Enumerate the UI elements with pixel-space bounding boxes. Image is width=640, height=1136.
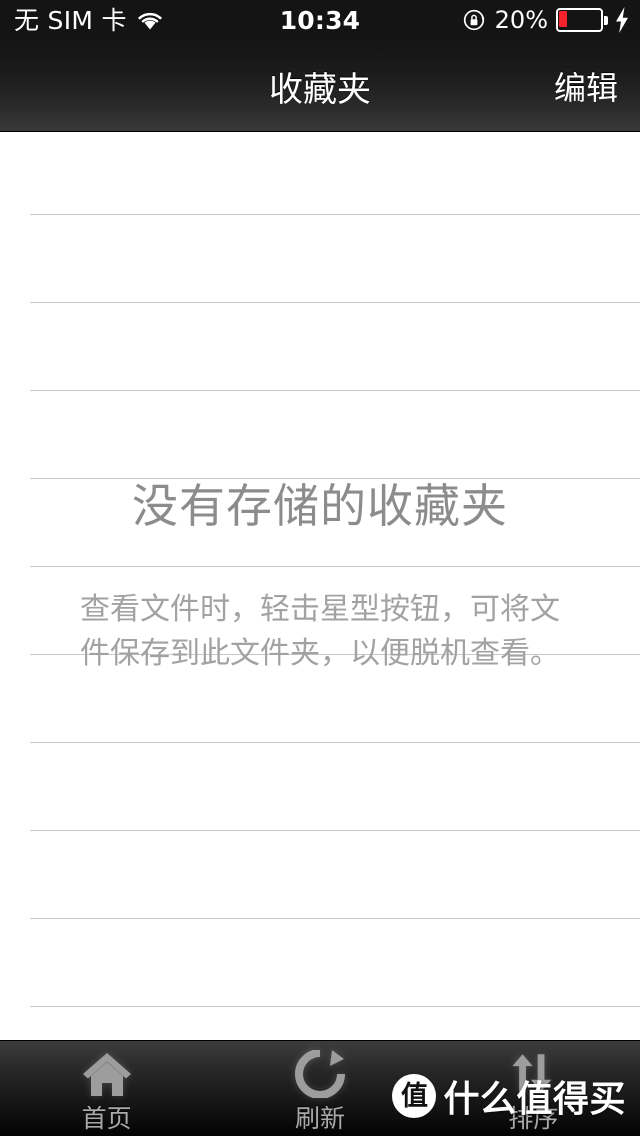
status-bar-right: 20% <box>463 0 630 40</box>
tab-sort[interactable]: 排序 <box>427 1041 640 1136</box>
favorites-list[interactable]: 没有存储的收藏夹 查看文件时，轻击星型按钮，可将文件保存到此文件夹，以便脱机查看… <box>0 132 640 1040</box>
list-separator <box>30 918 640 919</box>
page-title: 收藏夹 <box>269 69 371 110</box>
tab-sort-label: 排序 <box>508 1104 559 1133</box>
empty-state-title: 没有存储的收藏夹 <box>132 479 508 533</box>
list-separator <box>30 566 640 567</box>
tab-home-label: 首页 <box>81 1104 132 1133</box>
battery-percent-label: 20% <box>494 6 548 34</box>
battery-icon <box>556 8 608 32</box>
tab-refresh-label: 刷新 <box>294 1104 345 1133</box>
edit-button[interactable]: 编辑 <box>554 40 618 132</box>
sort-arrows-icon <box>507 1050 559 1098</box>
list-separator <box>30 214 640 215</box>
tab-bar: 首页 刷新 排序 值 什么值得买 <box>0 1040 640 1136</box>
status-bar: 无 SIM 卡 10:34 20% <box>0 0 640 40</box>
list-separator <box>30 302 640 303</box>
app-root: 无 SIM 卡 10:34 20% 收藏夹 编辑 没有存储的收藏夹 查看文件时，… <box>0 0 640 1136</box>
list-separator <box>30 742 640 743</box>
list-separator <box>30 390 640 391</box>
charging-bolt-icon <box>614 7 630 33</box>
list-separator <box>30 654 640 655</box>
list-separator <box>30 830 640 831</box>
refresh-icon <box>294 1049 346 1099</box>
rotation-lock-icon <box>463 8 487 32</box>
tab-refresh[interactable]: 刷新 <box>213 1041 426 1136</box>
tab-home[interactable]: 首页 <box>0 1041 213 1136</box>
list-separator <box>30 478 640 479</box>
nav-bar: 收藏夹 编辑 <box>0 40 640 132</box>
home-icon <box>81 1050 133 1098</box>
list-separator <box>30 1006 640 1007</box>
clock-label: 10:34 <box>279 5 361 35</box>
empty-state-subtitle: 查看文件时，轻击星型按钮，可将文件保存到此文件夹，以便脱机查看。 <box>80 592 560 671</box>
